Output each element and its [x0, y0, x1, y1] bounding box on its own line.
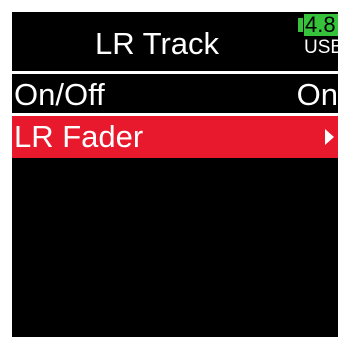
battery-indicator: 4.8 USB	[298, 14, 338, 66]
menu-item-value: On	[296, 77, 338, 112]
menu-item-lr-fader[interactable]: LR Fader	[12, 116, 338, 158]
battery-level: 4.8	[304, 14, 338, 36]
screen-title: LR Track	[94, 26, 220, 61]
menu-item-label: On/Off	[14, 77, 105, 112]
device-screen: LR Track 4.8 USB On/Off On LR Fader	[12, 12, 338, 337]
battery-icon	[298, 18, 303, 32]
power-source-label: USB	[304, 37, 338, 58]
menu-item-on-off[interactable]: On/Off On	[12, 74, 338, 116]
arrow-right-icon	[325, 129, 334, 145]
menu-item-label: LR Fader	[14, 119, 144, 154]
